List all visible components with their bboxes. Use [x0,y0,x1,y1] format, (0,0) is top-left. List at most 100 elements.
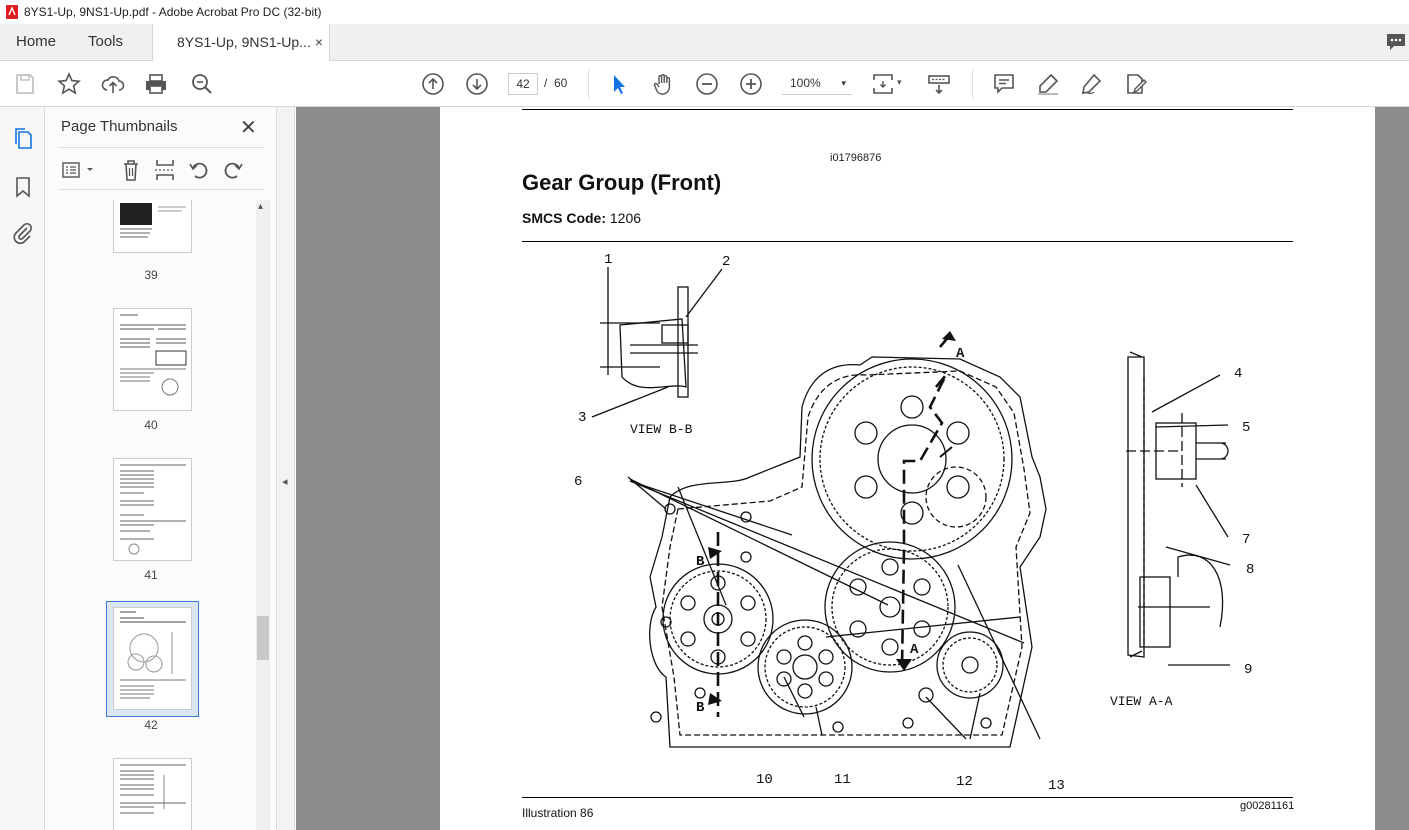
page-thumbnails-icon[interactable] [11,127,35,151]
toolbar-divider [972,69,973,99]
page-total: 60 [554,76,568,90]
chevron-down-icon[interactable]: ▾ [897,77,902,88]
next-page-button[interactable] [464,71,490,97]
top-rule [522,109,1293,110]
attachments-icon[interactable] [11,221,35,245]
draw-button[interactable] [1079,71,1105,97]
delete-icon[interactable] [119,159,143,181]
chevron-down-icon: ▾ [841,78,846,88]
find-button[interactable] [189,71,215,97]
page-thumbnail[interactable] [113,200,192,253]
section-a-bottom: A [910,642,919,658]
document-id: i01796876 [830,152,882,164]
comment-icon [994,74,1014,94]
view-aa-label: VIEW A-A [1110,694,1173,709]
tab-tools[interactable]: Tools [88,24,123,61]
insert-page-icon[interactable] [153,159,177,181]
tab-home[interactable]: Home [16,24,56,61]
pen-sign-icon [1081,73,1102,95]
callout-8: 8 [1246,562,1254,578]
callout-9: 9 [1244,662,1252,678]
rotate-left-icon[interactable] [187,159,211,181]
comment-button[interactable] [991,71,1017,97]
save-icon [16,74,34,94]
page-number-input[interactable]: 42 [508,73,538,95]
smcs-value: 1206 [609,210,642,226]
callout-13: 13 [1048,778,1065,794]
tab-bar: Home Tools 8YS1-Up, 9NS1-Up... × [0,24,1409,62]
thumbnail-label: 42 [144,718,158,732]
panel-divider [59,147,265,148]
callout-11: 11 [834,772,851,788]
hand-tool-button[interactable] [650,71,676,97]
page-title: Gear Group (Front) [522,170,722,195]
panel-title: Page Thumbnails [61,118,178,135]
page-thumbnail[interactable] [113,308,192,411]
view-aa-shaft [1196,442,1229,460]
fill-sign-button[interactable] [1123,71,1149,97]
bookmark-star-button[interactable] [56,71,82,97]
rotate-right-icon[interactable] [221,159,245,181]
bookmarks-icon[interactable] [11,175,35,199]
zoom-level-value: 100% [790,76,821,90]
gear-group-illustration: 1 2 3 VIEW B-B A 6 B B A 4 5 7 8 9 VIEW … [574,252,1254,794]
highlight-button[interactable] [1035,71,1061,97]
zoom-out-button[interactable] [694,71,720,97]
window-title: 8YS1-Up, 9NS1-Up.pdf - Adobe Acrobat Pro… [24,5,322,19]
callout-4: 4 [1234,366,1242,382]
select-tool-button[interactable] [606,71,632,97]
callout-1: 1 [604,252,612,268]
minus-circle-icon [696,73,718,95]
view-bb-label: VIEW B-B [630,422,693,437]
tab-document[interactable]: 8YS1-Up, 9NS1-Up... × [152,24,330,62]
crank-gear-outer [757,619,853,715]
camshaft-gear-outer [811,358,1013,560]
thumbnail-list: 39 40 41 42 [45,200,257,830]
thumbnail-preview [120,464,186,555]
hand-icon [653,74,671,95]
arrow-down-circle-icon [466,73,488,95]
highlighter-icon [1038,73,1059,95]
thumbnail-preview [120,764,186,814]
callout-12: 12 [956,774,973,790]
viewer-right-margin [1375,107,1409,830]
previous-page-button[interactable] [420,71,446,97]
page-thumbnail[interactable] [113,758,192,830]
close-icon[interactable]: ✕ [240,115,257,140]
edit-document-icon [1127,74,1147,94]
keyboard-scroll-icon [928,75,950,95]
smcs-label: SMCS Code: [522,210,606,226]
page-thumbnails-panel: Page Thumbnails ✕ 39 40 41 42 ▴ [45,107,277,830]
page-fit-button[interactable] [870,71,896,97]
thumbnail-preview [120,314,187,396]
tab-close-icon[interactable]: × [315,24,323,60]
page-thumbnail[interactable] [113,458,192,561]
thumbnail-preview [120,203,186,238]
save-button[interactable] [12,71,38,97]
comment-bubble-icon[interactable] [1385,31,1407,53]
callout-10: 10 [756,772,773,788]
star-icon [57,72,81,95]
print-button[interactable] [143,71,169,97]
view-aa-housing [1127,356,1145,658]
callout-5: 5 [1242,420,1250,436]
upload-button[interactable] [100,71,126,97]
scrollbar-thumb[interactable] [257,616,269,660]
cursor-arrow-icon [614,75,625,94]
zoom-level-select[interactable]: 100% ▾ [782,73,852,95]
left-rail [0,107,45,830]
section-rule [522,241,1293,242]
printer-icon [146,74,166,94]
cloud-upload-icon [101,76,125,93]
scroll-mode-button[interactable] [926,71,952,97]
thumbnail-options-icon[interactable] [61,159,97,181]
smcs-code-line: SMCS Code: 1206 [522,210,641,226]
panel-collapse-handle[interactable]: ◂ [277,107,295,830]
page-thumbnail[interactable] [113,607,192,710]
scroll-up-arrow-icon[interactable]: ▴ [258,201,263,212]
zoom-in-button[interactable] [738,71,764,97]
arrow-up-circle-icon [422,73,444,95]
page-separator: / [544,76,548,90]
title-bar: 8YS1-Up, 9NS1-Up.pdf - Adobe Acrobat Pro… [0,0,1409,24]
thumbnail-scrollbar[interactable] [256,200,270,830]
